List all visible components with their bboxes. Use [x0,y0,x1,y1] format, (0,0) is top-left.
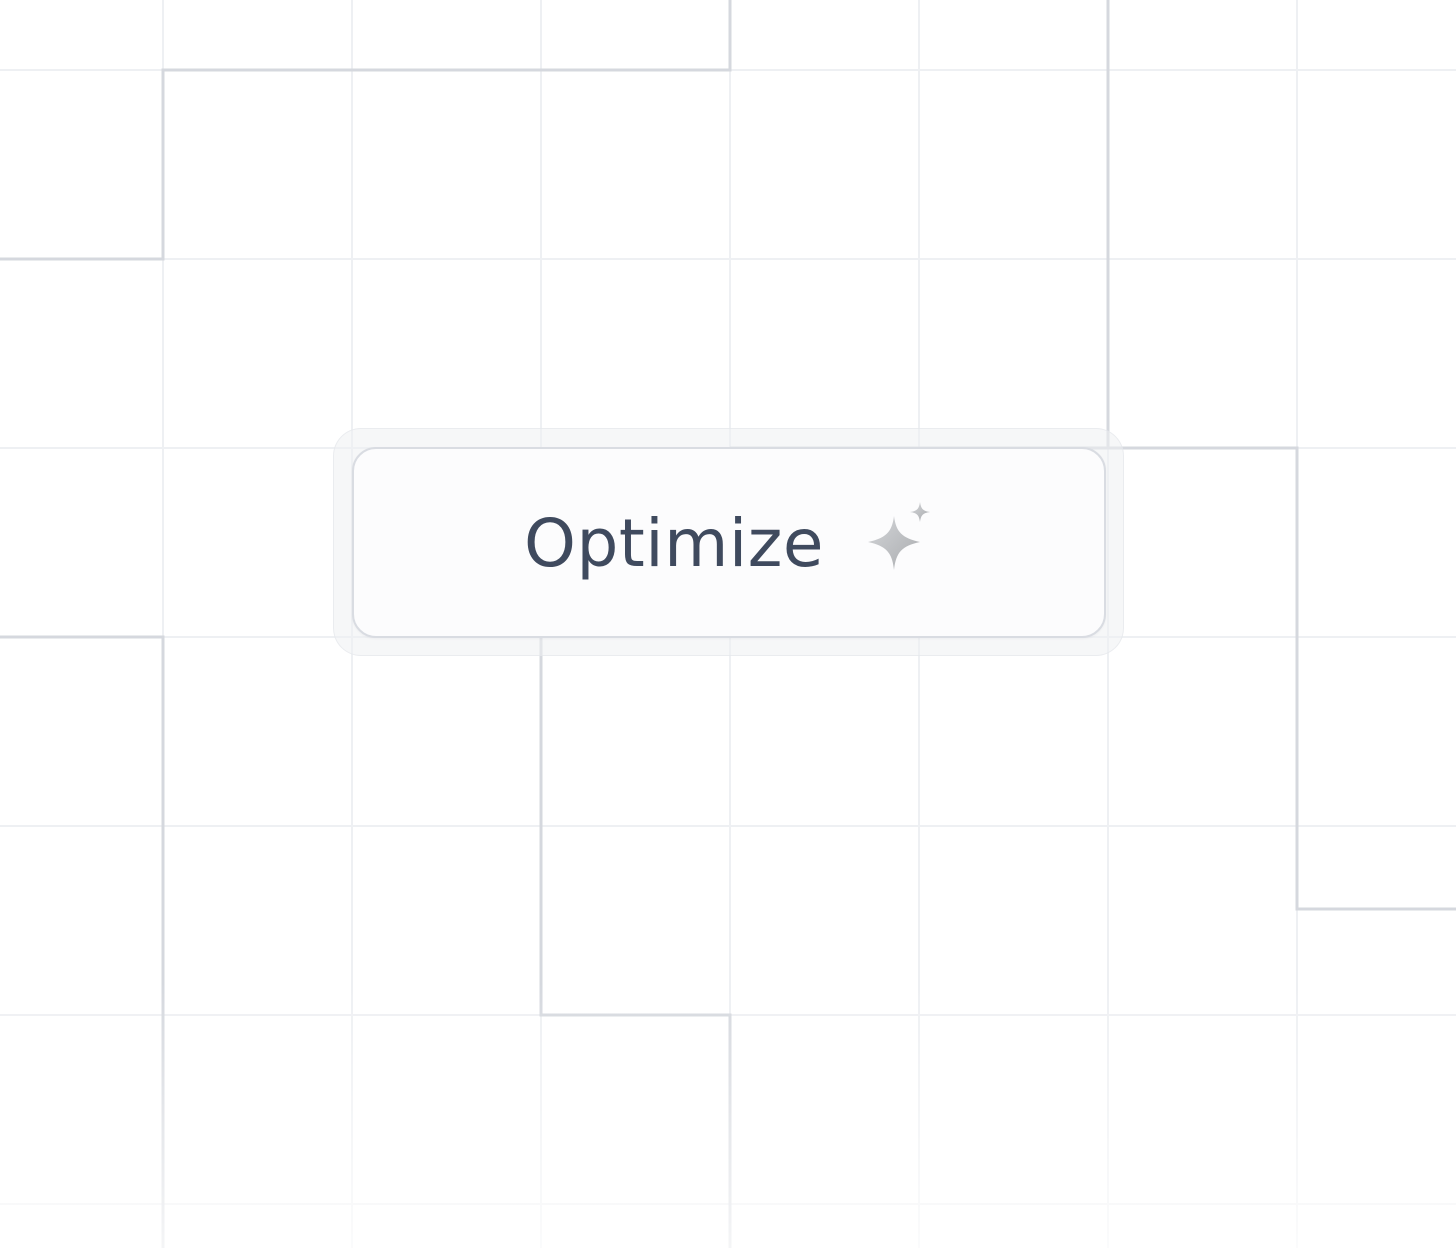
sparkle-icon [867,501,930,570]
optimize-button-label: Optimize [524,504,824,582]
canvas-background: Optimize [0,0,1456,1248]
optimize-button[interactable]: Optimize [352,447,1106,638]
